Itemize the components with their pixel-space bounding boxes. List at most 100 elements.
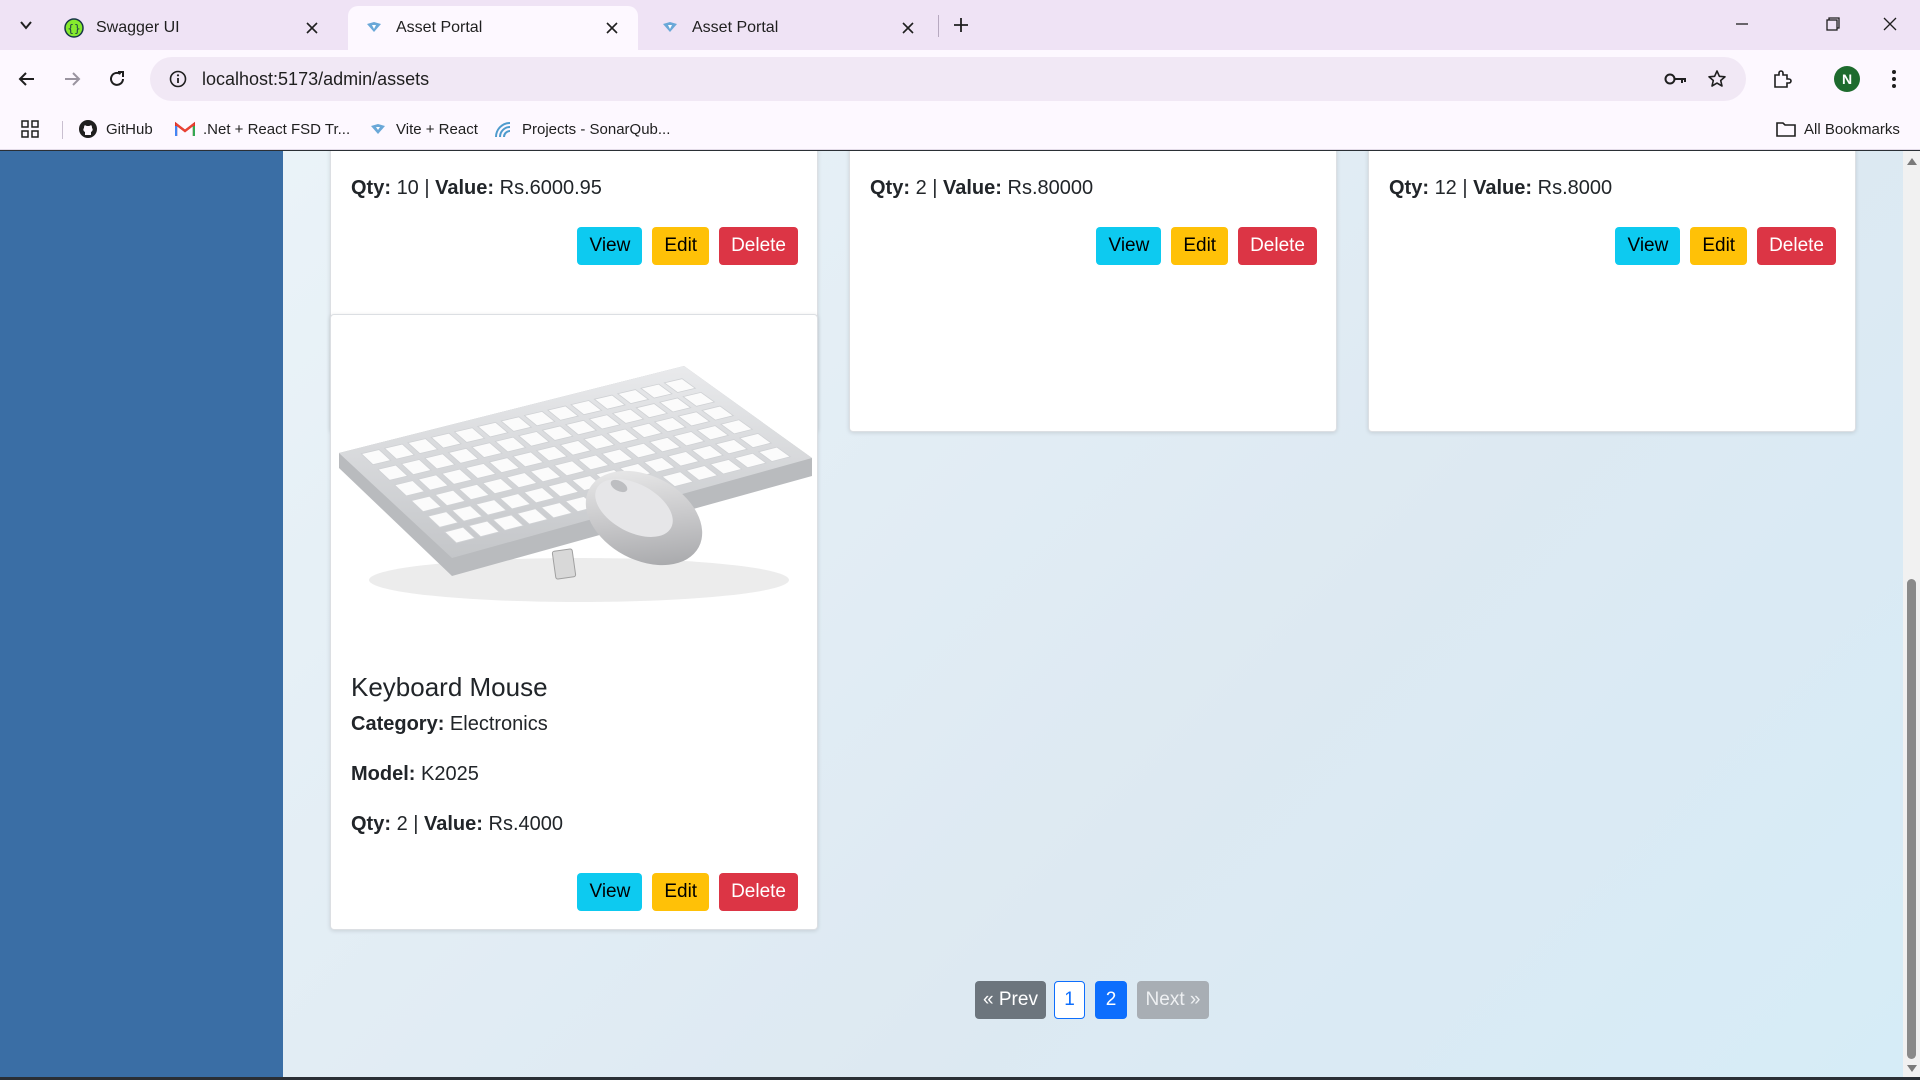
separator: | (932, 177, 938, 199)
admin-sidebar (0, 151, 283, 1077)
sonarqube-icon (494, 119, 514, 139)
forward-button[interactable] (54, 61, 90, 97)
scroll-up-icon[interactable] (1906, 155, 1917, 166)
asset-card-keyboard-mouse: Keyboard Mouse Category: Electronics Mod… (330, 314, 818, 930)
reload-button[interactable] (99, 61, 135, 97)
delete-button[interactable]: Delete (1757, 227, 1836, 265)
browser-menu-button[interactable] (1876, 61, 1912, 97)
scroll-thumb[interactable] (1907, 579, 1916, 1059)
page-viewport: Qty: 10 | Value: Rs.6000.95 View Edit De… (0, 151, 1920, 1077)
all-bookmarks-label: All Bookmarks (1804, 120, 1900, 138)
extensions-button[interactable] (1764, 61, 1800, 97)
page-1-button[interactable]: 1 (1054, 981, 1085, 1019)
asset-model-line: Model: K2025 (351, 763, 479, 786)
delete-button[interactable]: Delete (719, 227, 798, 265)
chevron-down-icon (20, 21, 32, 30)
asset-qty: 12 (1434, 177, 1457, 199)
puzzle-icon (1774, 70, 1792, 88)
view-button[interactable]: View (577, 227, 643, 265)
back-button[interactable] (9, 61, 45, 97)
asset-value: Rs.8000 (1537, 177, 1613, 199)
folder-icon (1776, 119, 1796, 139)
asset-qty-value: Qty: 2 | Value: Rs.4000 (351, 813, 563, 836)
gmail-icon (175, 119, 195, 139)
bookmark-dotnet-react[interactable]: .Net + React FSD Tr... (175, 114, 350, 144)
window-close-button[interactable] (1860, 0, 1920, 48)
asset-qty-value: Qty: 10 | Value: Rs.6000.95 (351, 177, 602, 200)
edit-button[interactable]: Edit (652, 873, 710, 911)
tab-search-button[interactable] (10, 10, 42, 40)
bookmark-sonarqube[interactable]: Projects - SonarQub... (494, 114, 670, 144)
asset-model: K2025 (421, 763, 479, 785)
browser-tabstrip: {} Swagger UI Asset Portal Asset Portal (0, 0, 1920, 50)
asset-category: Electronics (449, 713, 548, 735)
prev-page-button[interactable]: « Prev (975, 981, 1046, 1019)
password-key-button[interactable] (1658, 61, 1694, 97)
view-button[interactable]: View (1096, 227, 1162, 265)
new-tab-button[interactable] (946, 10, 976, 40)
close-icon[interactable] (600, 16, 624, 40)
restore-button[interactable] (1803, 0, 1863, 48)
separator: | (424, 177, 430, 199)
edit-button[interactable]: Edit (1171, 227, 1229, 265)
tab-divider (938, 15, 939, 37)
swagger-icon: {} (64, 18, 84, 38)
page-scrollbar[interactable] (1903, 151, 1920, 1077)
svg-text:{}: {} (67, 22, 80, 35)
browser-tab-asset-portal[interactable]: Asset Portal (644, 6, 934, 50)
browser-tab-swagger[interactable]: {} Swagger UI (48, 6, 338, 50)
react-icon (368, 119, 388, 139)
asset-card: Qty: 12 | Value: Rs.8000 View Edit Delet… (1368, 151, 1856, 432)
view-button[interactable]: View (1615, 227, 1681, 265)
arrow-left-icon (18, 72, 34, 86)
scroll-down-icon[interactable] (1906, 1063, 1917, 1074)
view-button[interactable]: View (577, 873, 643, 911)
asset-category-line: Category: Electronics (351, 713, 548, 736)
close-icon[interactable] (300, 16, 324, 40)
bookmark-label: .Net + React FSD Tr... (203, 120, 351, 138)
asset-qty-value: Qty: 2 | Value: Rs.80000 (870, 177, 1093, 200)
minimize-button[interactable] (1712, 0, 1772, 48)
site-info-icon[interactable] (156, 57, 200, 101)
bookmark-github[interactable]: GitHub (78, 114, 153, 144)
all-bookmarks-button[interactable]: All Bookmarks (1776, 114, 1900, 144)
separator: | (1462, 177, 1468, 199)
vite-icon (663, 22, 677, 32)
arrow-right-icon (65, 72, 81, 86)
asset-qty: 2 (396, 813, 408, 835)
qty-label: Qty: (870, 177, 910, 199)
asset-value: Rs.6000.95 (499, 177, 602, 199)
edit-button[interactable]: Edit (652, 227, 710, 265)
delete-button[interactable]: Delete (1238, 227, 1317, 265)
reload-icon (110, 71, 124, 86)
bookmark-star-button[interactable] (1699, 61, 1735, 97)
delete-button[interactable]: Delete (719, 873, 798, 911)
minimize-icon (1736, 23, 1748, 25)
star-icon (1708, 70, 1726, 87)
value-label: Value: (424, 813, 483, 835)
more-vertical-icon (1892, 70, 1896, 88)
asset-qty: 10 (396, 177, 419, 199)
edit-button[interactable]: Edit (1690, 227, 1748, 265)
value-label: Value: (943, 177, 1002, 199)
bookmarks-bar: GitHub .Net + React FSD Tr... Vite + Rea… (0, 108, 1920, 150)
model-label: Model: (351, 763, 416, 785)
assets-content: Qty: 10 | Value: Rs.6000.95 View Edit De… (283, 151, 1903, 1077)
plus-icon (954, 18, 968, 32)
page-2-button[interactable]: 2 (1095, 981, 1127, 1019)
address-bar[interactable]: localhost:5173/admin/assets (150, 57, 1746, 101)
browser-tab-asset-portal-active[interactable]: Asset Portal (348, 6, 638, 50)
value-label: Value: (1473, 177, 1533, 199)
close-icon[interactable] (896, 16, 920, 40)
apps-button[interactable] (20, 114, 40, 144)
value-label: Value: (435, 177, 495, 199)
profile-avatar[interactable]: N (1834, 66, 1860, 92)
keyboard-mouse-image (339, 366, 812, 602)
bookmark-vite-react[interactable]: Vite + React (368, 114, 478, 144)
qty-label: Qty: (351, 177, 391, 199)
tab-title: Swagger UI (96, 19, 180, 36)
url-text[interactable]: localhost:5173/admin/assets (202, 69, 429, 90)
next-page-button[interactable]: Next » (1137, 981, 1209, 1019)
tab-title: Asset Portal (396, 19, 483, 36)
close-icon (1883, 17, 1897, 31)
